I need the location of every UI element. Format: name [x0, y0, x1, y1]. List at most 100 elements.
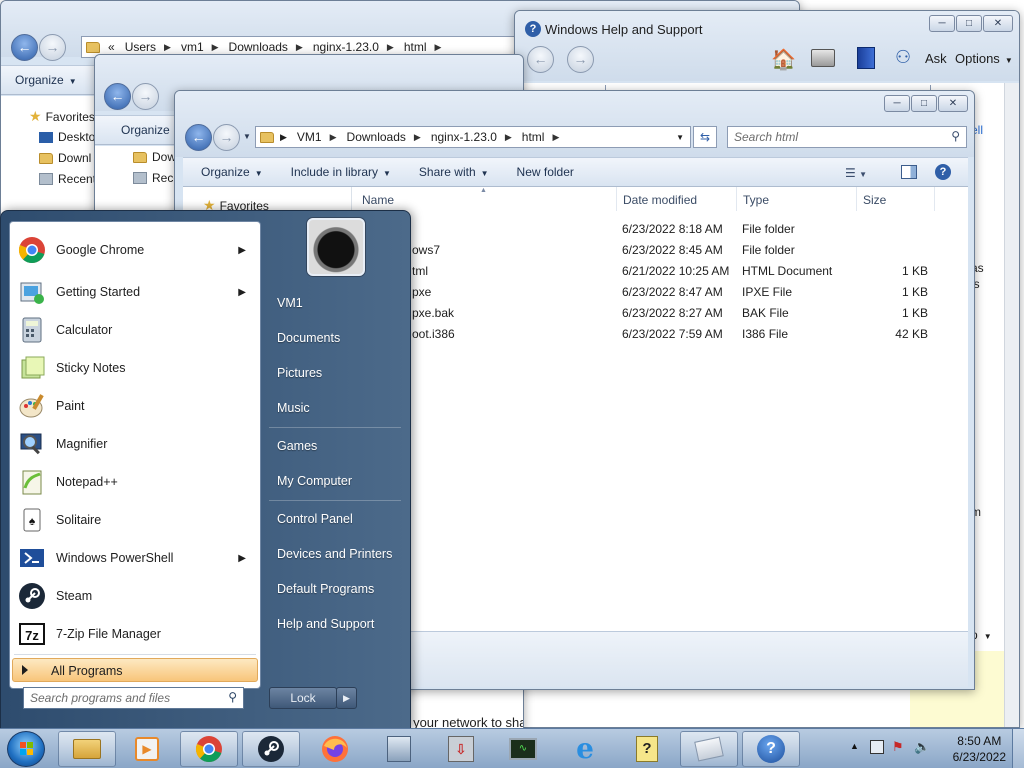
close-button[interactable]: ✕: [938, 95, 968, 112]
program-paint[interactable]: Paint: [12, 388, 258, 424]
taskbar-media-player[interactable]: ▶: [118, 731, 176, 767]
table-row[interactable]: 6/23/2022 8:18 AM File folder: [352, 219, 968, 240]
table-row[interactable]: tml 6/21/2022 10:25 AM HTML Document 1 K…: [352, 261, 968, 282]
minimize-button[interactable]: ─: [884, 95, 910, 112]
breadcrumb-nginx[interactable]: nginx-1.23.0 ▶: [309, 40, 400, 54]
breadcrumb-chevron[interactable]: «: [104, 40, 121, 54]
program-sticky-notes[interactable]: Sticky Notes: [12, 350, 258, 386]
help-scrollbar[interactable]: [1004, 83, 1019, 727]
nav-downloads[interactable]: Downl: [39, 151, 91, 165]
taskbar-firefox[interactable]: [306, 731, 364, 767]
nav-desktop[interactable]: Deskto: [39, 130, 95, 144]
forward-button[interactable]: →: [39, 34, 66, 61]
program-getting-started[interactable]: Getting Started ▶: [12, 274, 258, 310]
table-row[interactable]: pxe.bak 6/23/2022 8:27 AM BAK File 1 KB: [352, 303, 968, 324]
options-button[interactable]: Options ▼: [955, 51, 1013, 66]
taskbar-internet-explorer[interactable]: e: [556, 731, 614, 767]
program-steam[interactable]: Steam: [12, 578, 258, 614]
breadcrumb-html[interactable]: html ▶: [518, 130, 566, 144]
program-magnifier[interactable]: Magnifier: [12, 426, 258, 462]
start-item-my-computer[interactable]: My Computer: [277, 474, 352, 488]
back-button[interactable]: ←: [104, 83, 131, 110]
browse-help-icon[interactable]: [857, 47, 875, 69]
new-folder-button[interactable]: New folder: [503, 165, 588, 179]
user-picture[interactable]: [307, 218, 365, 276]
back-button[interactable]: ←: [185, 124, 212, 151]
taskbar-network-setup[interactable]: [370, 731, 428, 767]
program-calculator[interactable]: Calculator: [12, 312, 258, 348]
breadcrumb-downloads[interactable]: Downloads ▶: [225, 40, 309, 54]
print-icon[interactable]: [811, 49, 835, 67]
change-view-icon[interactable]: ☰ ▼: [845, 166, 867, 180]
breadcrumb-users[interactable]: Users ▶: [121, 40, 177, 54]
organize-button[interactable]: Organize▼: [183, 165, 277, 179]
share-with-button[interactable]: Share with ▼: [405, 165, 503, 179]
breadcrumb-vm1[interactable]: VM1 ▶: [293, 130, 343, 144]
nav-downloads[interactable]: Dow: [133, 150, 176, 164]
address-dropdown-icon[interactable]: ▼: [676, 133, 684, 142]
breadcrumb-nginx[interactable]: nginx-1.23.0 ▶: [427, 130, 518, 144]
forward-button[interactable]: →: [567, 46, 594, 73]
taskbar-help-file[interactable]: ?: [618, 731, 676, 767]
nav-recent[interactable]: Rece: [133, 171, 180, 185]
taskbar-blank-window[interactable]: [680, 731, 738, 767]
action-center-flag-icon[interactable]: ⚑: [892, 739, 904, 755]
program-7-zip[interactable]: 7z 7-Zip File Manager: [12, 616, 258, 652]
breadcrumb-downloads[interactable]: Downloads ▶: [343, 130, 427, 144]
start-button[interactable]: [7, 731, 45, 767]
clock[interactable]: 8:50 AM 6/23/2022: [953, 733, 1006, 765]
maximize-button[interactable]: □: [956, 15, 982, 32]
ask-icon[interactable]: ⚇: [895, 47, 911, 68]
table-row[interactable]: oot.i386 6/23/2022 7:59 AM I386 File 42 …: [352, 324, 968, 345]
start-item-help-support[interactable]: Help and Support: [277, 617, 374, 631]
show-hidden-icons[interactable]: ▲: [850, 741, 859, 751]
back-button[interactable]: ←: [11, 34, 38, 61]
start-item-documents[interactable]: Documents: [277, 331, 340, 345]
program-google-chrome[interactable]: Google Chrome ▶: [12, 232, 258, 268]
home-icon[interactable]: 🏠: [771, 47, 796, 72]
volume-icon[interactable]: 🔈: [914, 739, 930, 755]
organize-button[interactable]: Organize▼: [1, 73, 91, 87]
start-item-music[interactable]: Music: [277, 401, 310, 415]
shutdown-options-button[interactable]: ▶: [336, 687, 357, 709]
nav-favorites[interactable]: ★ Favorites: [29, 108, 95, 125]
start-item-control-panel[interactable]: Control Panel: [277, 512, 353, 526]
start-item-devices-printers[interactable]: Devices and Printers: [277, 547, 392, 561]
preview-pane-icon[interactable]: [901, 165, 917, 179]
recent-pages-dropdown[interactable]: ▼: [243, 132, 251, 141]
address-bar[interactable]: ▶ VM1 ▶ Downloads ▶ nginx-1.23.0 ▶ html ▶ ▼: [255, 126, 691, 148]
breadcrumb-vm1[interactable]: vm1 ▶: [177, 40, 225, 54]
start-item-pictures[interactable]: Pictures: [277, 366, 322, 380]
show-desktop-button[interactable]: [1012, 729, 1024, 768]
search-input[interactable]: Search html ⚲: [727, 126, 967, 148]
minimize-button[interactable]: ─: [929, 15, 955, 32]
include-in-library-button[interactable]: Include in library ▼: [277, 165, 405, 179]
table-row[interactable]: ows7 6/23/2022 8:45 AM File folder: [352, 240, 968, 261]
start-search-input[interactable]: Search programs and files ⚲: [23, 687, 244, 709]
taskbar-task-manager[interactable]: ∿: [494, 731, 552, 767]
program-solitaire[interactable]: ♠ Solitaire: [12, 502, 258, 538]
start-item-vm1[interactable]: VM1: [277, 296, 303, 310]
column-type[interactable]: Type: [737, 187, 857, 211]
back-button[interactable]: ←: [527, 46, 554, 73]
ask-button[interactable]: Ask: [925, 51, 947, 66]
refresh-icon[interactable]: ⇆: [693, 126, 717, 148]
taskbar-chrome[interactable]: [180, 731, 238, 767]
table-row[interactable]: pxe 6/23/2022 8:47 AM IPXE File 1 KB: [352, 282, 968, 303]
column-size[interactable]: Size: [857, 187, 935, 211]
breadcrumb-html[interactable]: html ▶: [400, 40, 448, 54]
forward-button[interactable]: →: [132, 83, 159, 110]
taskbar-explorer[interactable]: [58, 731, 116, 767]
program-windows-powershell[interactable]: Windows PowerShell ▶: [12, 540, 258, 576]
help-icon[interactable]: ?: [935, 164, 951, 180]
start-menu[interactable]: Google Chrome ▶ Getting Started ▶ Calculat…: [0, 210, 411, 730]
maximize-button[interactable]: □: [911, 95, 937, 112]
close-button[interactable]: ✕: [983, 15, 1013, 32]
column-date-modified[interactable]: Date modified: [617, 187, 737, 211]
forward-button[interactable]: →: [213, 124, 240, 151]
network-icon[interactable]: [870, 740, 884, 754]
start-item-default-programs[interactable]: Default Programs: [277, 582, 374, 596]
column-name[interactable]: Name ▲: [352, 187, 617, 211]
taskbar-help-support[interactable]: ?: [742, 731, 800, 767]
lock-button[interactable]: Lock: [269, 687, 337, 709]
